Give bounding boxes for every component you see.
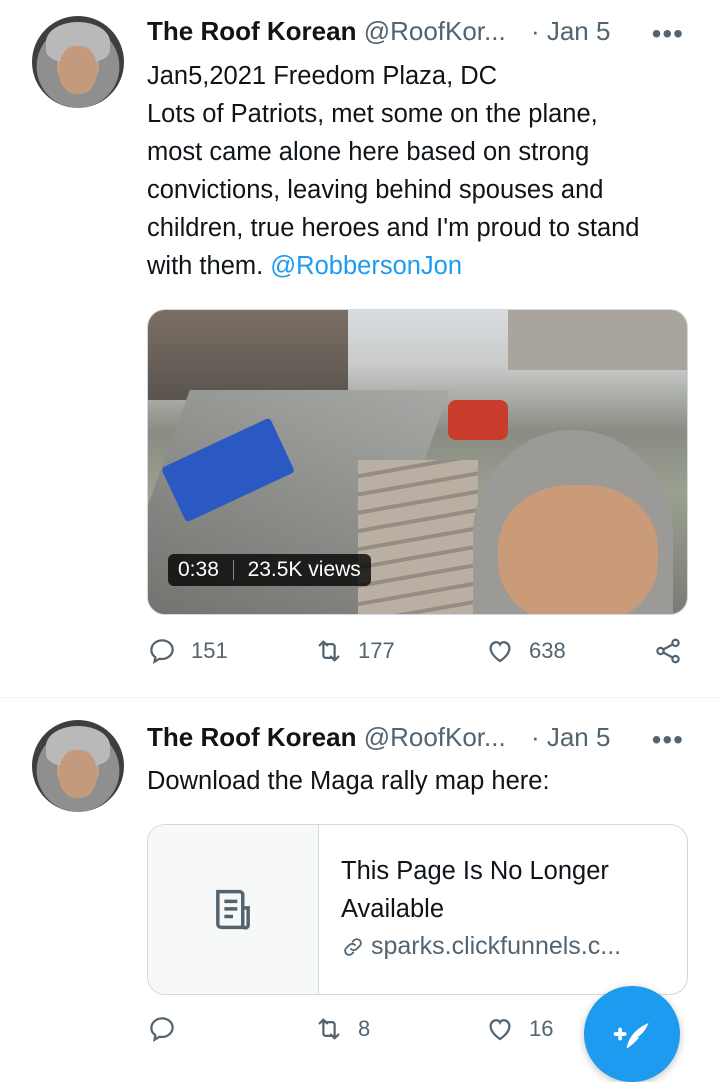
heart-icon <box>489 641 511 663</box>
author-handle[interactable]: @RoofKor... <box>364 16 506 46</box>
tweet-header: The Roof Korean @RoofKor... · Jan 5 <box>147 16 610 47</box>
tweet-text: Jan5,2021 Freedom Plaza, DC Lots of Patr… <box>147 57 697 285</box>
reply-button[interactable] <box>147 1014 191 1044</box>
tweet-date[interactable]: · Jan 5 <box>531 16 611 46</box>
like-count: 638 <box>529 638 566 663</box>
link-card-title-line: Available <box>341 895 445 923</box>
compose-tweet-icon <box>613 1023 649 1049</box>
tweet[interactable]: The Roof Korean @RoofKor... · Jan 5 ••• … <box>0 0 720 697</box>
tweet-header: The Roof Korean @RoofKor... · Jan 5 <box>147 722 610 753</box>
reply-icon <box>150 1017 174 1043</box>
tweet-text-line: Jan5,2021 Freedom Plaza, DC <box>147 62 498 90</box>
tweet-text-line: children, true heroes and I'm proud to s… <box>147 214 640 242</box>
link-card-title: This Page Is No Longer Available <box>341 852 671 928</box>
tweet-text-line: Lots of Patriots, met some on the plane, <box>147 100 598 128</box>
reply-button[interactable]: 151 <box>147 636 228 666</box>
link-card-thumbnail <box>148 825 319 994</box>
video-duration: 0:38 <box>178 558 219 581</box>
retweet-button[interactable]: 8 <box>314 1014 370 1044</box>
tweet-text-line: with them. @RobbersonJon <box>147 247 697 285</box>
more-options-icon[interactable]: ••• <box>652 18 684 50</box>
author-name[interactable]: The Roof Korean <box>147 722 356 752</box>
like-button[interactable]: 638 <box>485 636 566 666</box>
video-player[interactable]: 0:38 23.5K views <box>147 309 688 615</box>
tweet-actions: 151 177 638 <box>147 636 687 676</box>
tweet-text-line: convictions, leaving behind spouses and <box>147 176 604 204</box>
avatar[interactable] <box>32 16 124 108</box>
tweet-text-fragment: with them. <box>147 252 271 280</box>
share-icon <box>656 638 680 664</box>
link-icon <box>344 937 362 956</box>
tweet-text-line: most came alone here based on strong <box>147 138 590 166</box>
retweet-count: 8 <box>358 1016 371 1041</box>
author-handle[interactable]: @RoofKor... <box>364 722 506 752</box>
video-stats-badge: 0:38 23.5K views <box>168 554 371 586</box>
video-views: 23.5K views <box>247 558 361 581</box>
document-icon <box>216 889 250 930</box>
retweet-icon <box>318 640 340 662</box>
tweet-text: Download the Maga rally map here: <box>147 767 550 795</box>
retweet-icon <box>318 1018 340 1040</box>
like-button[interactable]: 16 <box>485 1014 553 1044</box>
retweet-count: 177 <box>358 638 395 663</box>
like-count: 16 <box>529 1016 554 1041</box>
reply-icon <box>150 639 174 665</box>
heart-icon <box>489 1019 511 1041</box>
link-card[interactable]: This Page Is No Longer Available sparks.… <box>147 824 688 995</box>
link-card-url-text: sparks.clickfunnels.c... <box>371 932 622 960</box>
tweet-date[interactable]: · Jan 5 <box>531 722 611 752</box>
mention-link[interactable]: @RobbersonJon <box>270 252 462 280</box>
reply-count: 151 <box>191 638 228 663</box>
author-name[interactable]: The Roof Korean <box>147 16 356 46</box>
link-card-url: sparks.clickfunnels.c... <box>341 932 671 961</box>
share-button[interactable] <box>653 636 683 666</box>
link-card-info: This Page Is No Longer Available sparks.… <box>341 852 671 961</box>
retweet-button[interactable]: 177 <box>314 636 395 666</box>
more-options-icon[interactable]: ••• <box>652 724 684 756</box>
avatar[interactable] <box>32 720 124 812</box>
compose-tweet-button[interactable] <box>584 986 680 1082</box>
link-card-title-line: This Page Is No Longer <box>341 857 609 885</box>
